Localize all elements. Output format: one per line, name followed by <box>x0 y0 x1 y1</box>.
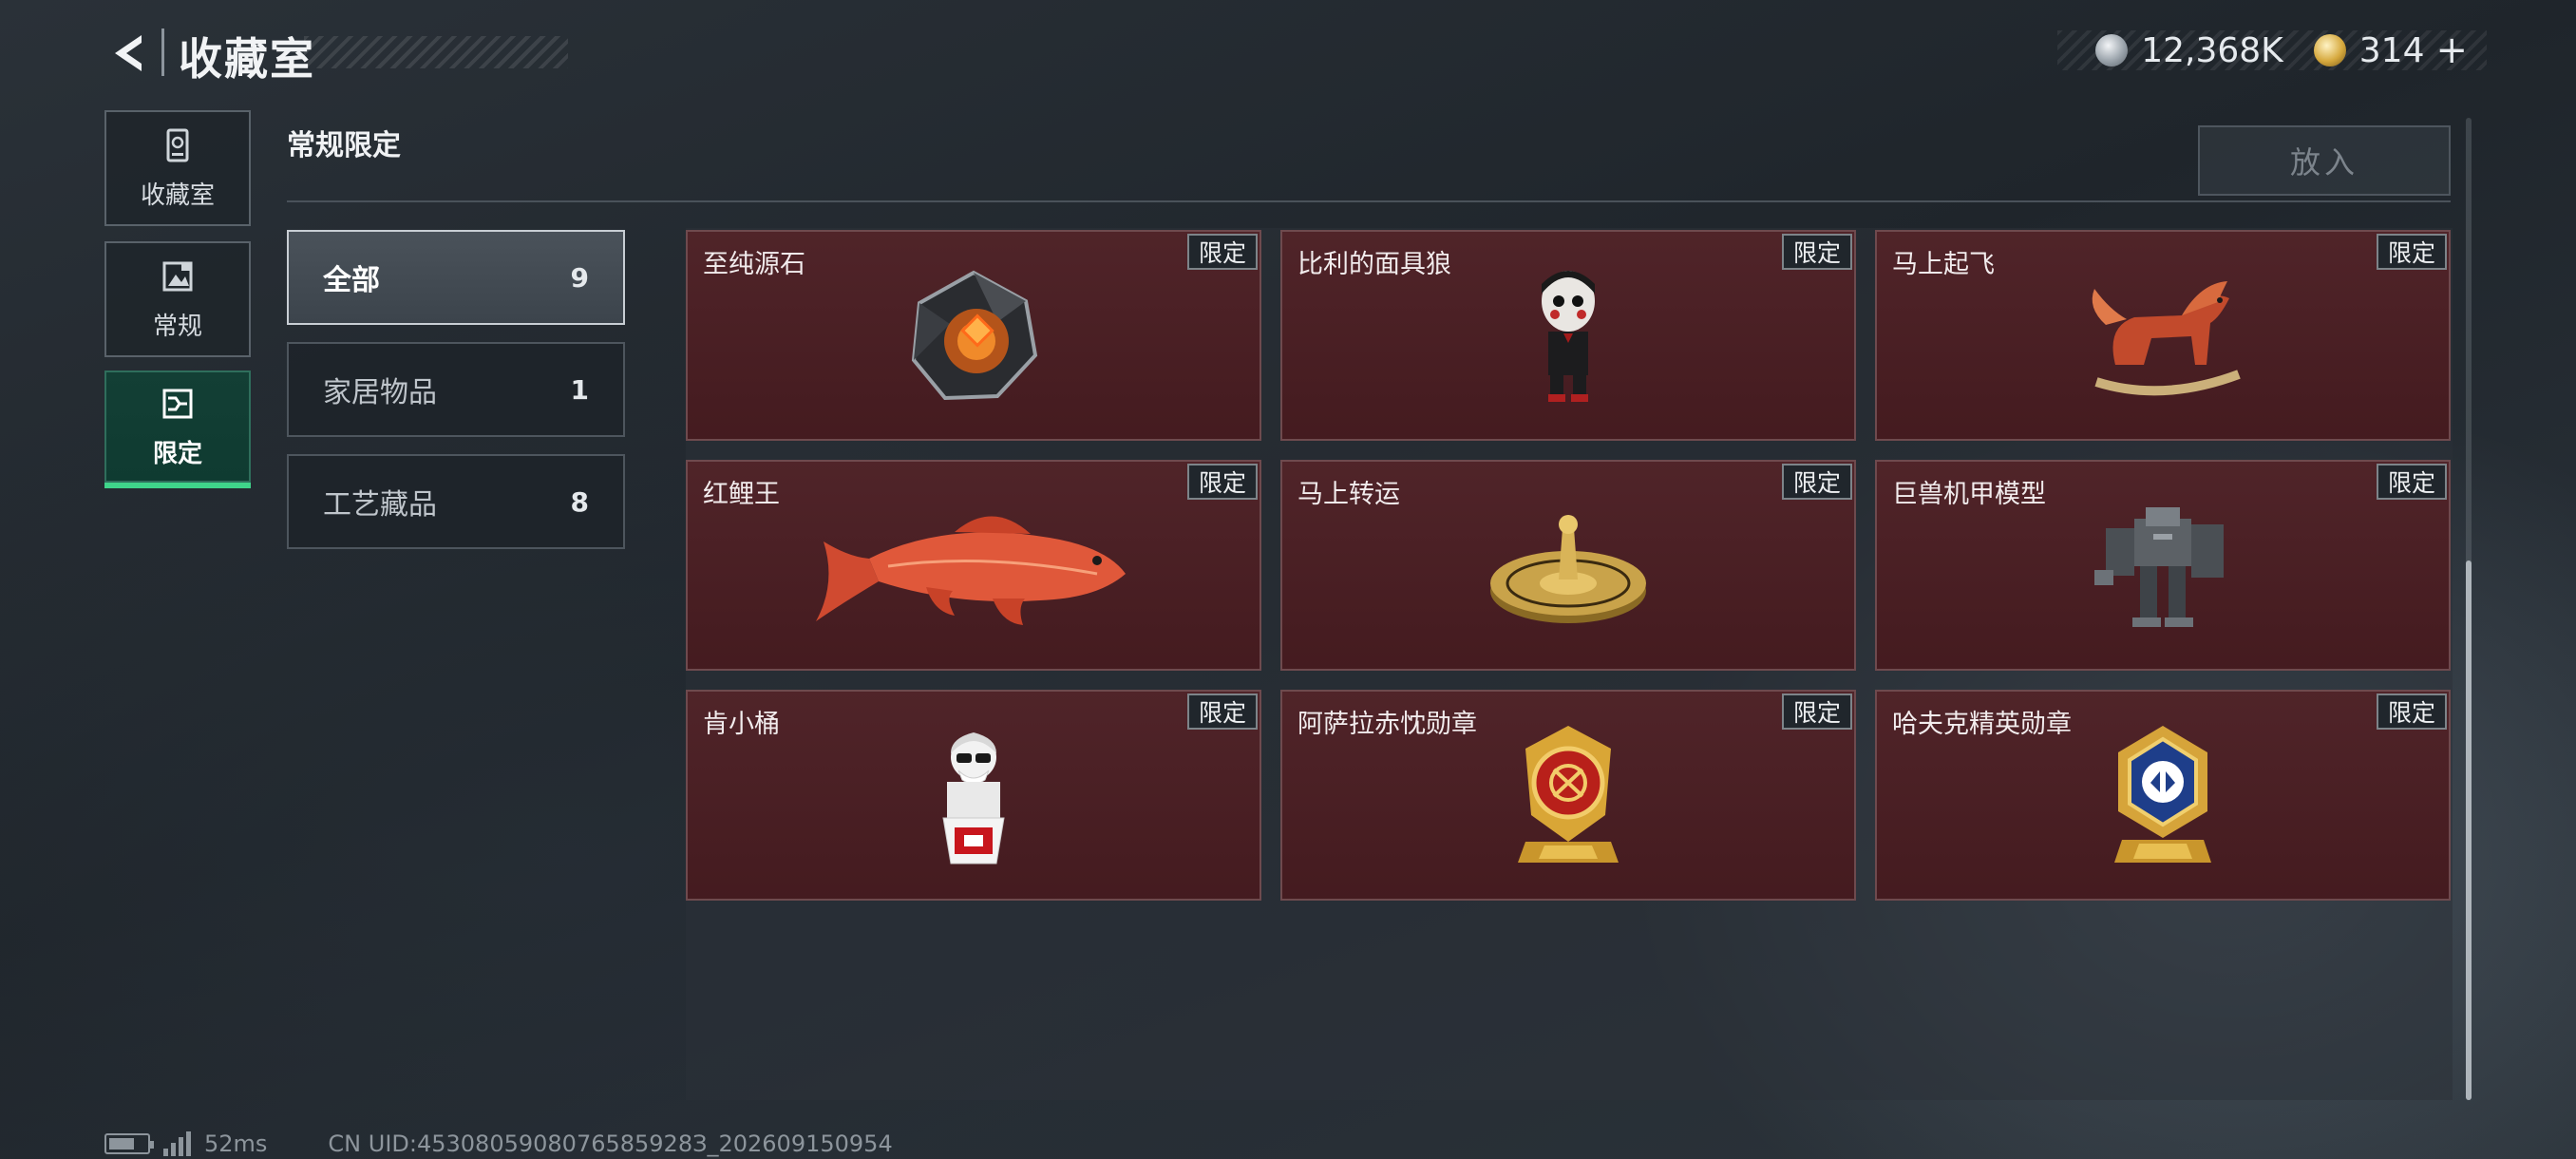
sidebar-item-label: 收藏室 <box>140 180 215 210</box>
limited-badge: 限定 <box>2376 694 2447 730</box>
category-count: 9 <box>570 261 589 294</box>
user-uid: CN UID:4530805908076585928З_202609150954 <box>328 1130 893 1157</box>
gold-coin-icon <box>2313 34 2346 66</box>
sidebar-item-collection-room[interactable]: 收藏室 <box>104 110 251 226</box>
scrollbar-thumb[interactable] <box>2466 560 2472 1100</box>
sidebar-item-regular[interactable]: 常规 <box>104 241 251 357</box>
item-card[interactable]: 至纯源石 限定 <box>686 230 1261 441</box>
item-card[interactable]: 红鲤王 限定 <box>686 460 1261 671</box>
category-crafts[interactable]: 工艺藏品 8 <box>287 454 625 549</box>
item-card[interactable]: 马上起飞 限定 <box>1875 230 2451 441</box>
puppet-figure-icon <box>1525 265 1611 411</box>
red-carp-icon <box>812 500 1135 636</box>
gem-stone-icon <box>902 265 1045 411</box>
section-divider <box>287 200 2451 202</box>
limited-badge: 限定 <box>1781 234 1852 270</box>
sidebar-item-label: 限定 <box>152 439 202 468</box>
item-name: 马上转运 <box>1297 480 1400 509</box>
place-in-button[interactable]: 放入 <box>2198 125 2451 196</box>
title-decoration <box>304 36 568 68</box>
category-name: 家居物品 <box>323 376 437 409</box>
limited-icon <box>159 385 197 427</box>
category-count: 8 <box>570 485 589 518</box>
status-bar: 52ms CN UID:4530805908076585928З_2026091… <box>104 1130 893 1157</box>
limited-badge: 限定 <box>2376 464 2447 500</box>
limited-badge: 限定 <box>1781 694 1852 730</box>
silver-balance: 12,368K <box>2141 30 2283 70</box>
item-card[interactable]: 比利的面具狼 限定 <box>1280 230 1856 441</box>
battery-icon <box>104 1133 154 1154</box>
collection-room-icon <box>159 126 197 168</box>
item-name: 比利的面具狼 <box>1297 250 1451 279</box>
item-name: 马上起飞 <box>1892 250 1995 279</box>
signal-icon <box>163 1131 191 1156</box>
limited-badge: 限定 <box>1186 464 1258 500</box>
ping-value: 52ms <box>204 1130 268 1157</box>
title-divider <box>161 28 164 76</box>
regular-icon <box>159 257 197 299</box>
silver-coin-icon <box>2095 34 2129 66</box>
blue-medal-icon <box>2101 720 2225 876</box>
limited-badge: 限定 <box>1781 464 1852 500</box>
section-title: 常规限定 <box>287 129 401 162</box>
bucket-figure-icon <box>926 725 1021 871</box>
page-title: 收藏室 <box>179 33 315 85</box>
item-name: 哈夫克精英勋章 <box>1892 710 2072 739</box>
limited-badge: 限定 <box>1186 234 1258 270</box>
item-name: 阿萨拉赤忱勋章 <box>1297 710 1477 739</box>
item-name: 红鲤王 <box>703 480 780 509</box>
category-name: 全部 <box>323 264 380 297</box>
item-name: 巨兽机甲模型 <box>1892 480 2046 509</box>
back-arrow-icon <box>115 35 142 71</box>
item-card[interactable]: 哈夫克精英勋章 限定 <box>1875 690 2451 901</box>
item-card[interactable]: 马上转运 限定 <box>1280 460 1856 671</box>
back-button[interactable] <box>103 27 160 80</box>
rocking-horse-icon <box>2077 270 2248 407</box>
sidebar-item-label: 常规 <box>152 312 202 341</box>
category-count: 1 <box>570 373 589 406</box>
sidebar-item-limited[interactable]: 限定 <box>104 370 251 488</box>
add-currency-button[interactable]: + <box>2435 28 2468 72</box>
currency-bar: 12,368K 314 + <box>2057 28 2487 72</box>
item-name: 肯小桶 <box>703 710 780 739</box>
limited-badge: 限定 <box>2376 234 2447 270</box>
item-card[interactable]: 巨兽机甲模型 限定 <box>1875 460 2451 671</box>
golden-disc-icon <box>1483 500 1654 636</box>
mech-model-icon <box>2087 490 2239 646</box>
item-name: 至纯源石 <box>703 250 805 279</box>
item-card[interactable]: 肯小桶 限定 <box>686 690 1261 901</box>
red-medal-icon <box>1506 720 1630 876</box>
category-home-items[interactable]: 家居物品 1 <box>287 342 625 437</box>
category-all[interactable]: 全部 9 <box>287 230 625 325</box>
gold-balance: 314 <box>2358 30 2425 70</box>
limited-badge: 限定 <box>1186 694 1258 730</box>
item-card[interactable]: 阿萨拉赤忱勋章 限定 <box>1280 690 1856 901</box>
top-bar: 收藏室 12,368K 314 + <box>0 0 2576 104</box>
category-name: 工艺藏品 <box>323 488 437 522</box>
